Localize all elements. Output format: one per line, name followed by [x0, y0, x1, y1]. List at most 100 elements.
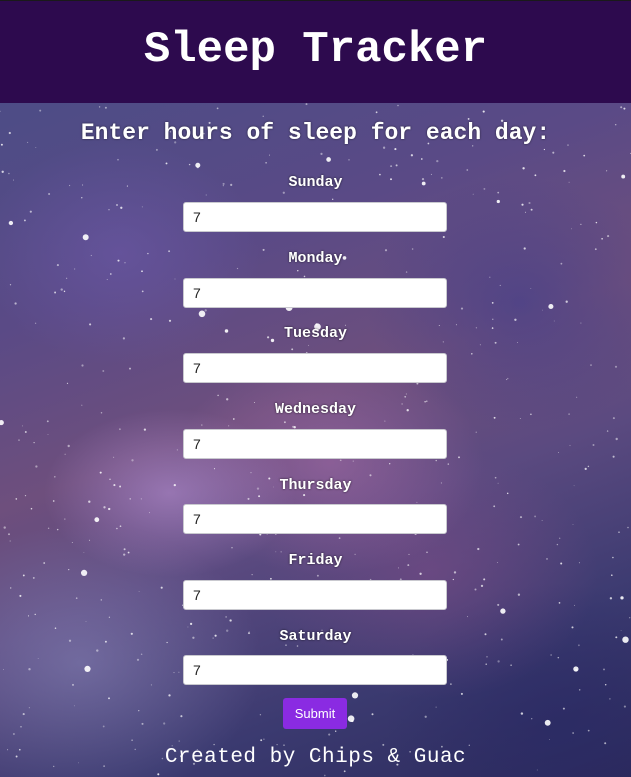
star: [510, 664, 512, 666]
star: [204, 309, 207, 312]
star: [213, 468, 216, 470]
star: [88, 500, 91, 503]
star: [236, 267, 239, 270]
day-label-friday: Friday: [288, 552, 343, 569]
star: [580, 223, 582, 226]
star: [517, 543, 520, 546]
star: [116, 527, 118, 530]
star: [615, 437, 618, 441]
star: [563, 169, 566, 173]
star: [116, 204, 118, 206]
star: [198, 310, 206, 318]
star: [0, 420, 4, 426]
star: [283, 421, 286, 424]
star: [338, 537, 341, 539]
star: [141, 206, 143, 208]
star: [493, 505, 496, 508]
star: [176, 449, 179, 451]
star: [165, 162, 168, 165]
star: [453, 571, 457, 574]
star: [74, 268, 76, 270]
star: [483, 578, 486, 581]
star: [570, 228, 572, 230]
star: [140, 498, 142, 500]
day-label-thursday: Thursday: [279, 477, 352, 494]
star: [587, 729, 590, 732]
star: [113, 456, 115, 458]
star: [604, 742, 607, 745]
star: [178, 740, 180, 742]
star: [96, 649, 99, 652]
star: [85, 621, 87, 623]
star: [576, 396, 578, 398]
star: [35, 465, 38, 468]
star: [514, 318, 517, 321]
star: [606, 430, 609, 432]
star: [489, 276, 491, 278]
star: [81, 364, 84, 367]
star: [384, 420, 386, 422]
hours-input-wednesday[interactable]: [183, 429, 447, 459]
star: [369, 474, 372, 477]
hours-input-tuesday[interactable]: [183, 353, 447, 383]
star: [541, 520, 543, 522]
star: [297, 270, 299, 272]
hours-input-saturday[interactable]: [183, 655, 447, 685]
star: [0, 110, 1, 112]
star: [506, 379, 508, 381]
star: [424, 715, 427, 718]
hours-input-monday[interactable]: [183, 278, 447, 308]
star: [573, 604, 575, 606]
hours-input-sunday[interactable]: [183, 202, 447, 232]
star: [141, 722, 144, 725]
star: [33, 441, 35, 444]
star: [405, 393, 407, 395]
star: [80, 569, 88, 577]
star: [29, 210, 32, 213]
star: [436, 159, 439, 163]
star: [500, 608, 506, 614]
star: [435, 459, 437, 462]
star: [578, 689, 581, 691]
submit-button[interactable]: Submit: [283, 698, 347, 729]
star: [2, 668, 4, 670]
star: [506, 377, 509, 380]
star: [482, 110, 485, 113]
star: [94, 517, 100, 523]
star: [23, 219, 26, 222]
star: [178, 671, 180, 673]
star: [46, 420, 49, 423]
star: [583, 154, 586, 157]
star: [67, 444, 70, 448]
star: [225, 616, 227, 618]
star: [517, 593, 521, 596]
star: [108, 209, 110, 211]
star: [173, 672, 175, 674]
hours-input-thursday[interactable]: [183, 504, 447, 534]
star: [592, 444, 595, 446]
star: [543, 148, 546, 151]
star: [22, 713, 25, 716]
star: [603, 668, 605, 671]
star: [524, 211, 527, 213]
star: [30, 507, 33, 510]
star: [375, 111, 378, 114]
star: [485, 663, 487, 665]
star: [102, 370, 105, 372]
star: [550, 654, 552, 656]
star: [174, 278, 176, 280]
star: [390, 165, 393, 168]
star: [138, 710, 140, 712]
star: [460, 307, 464, 310]
star: [308, 344, 310, 346]
star: [71, 541, 73, 543]
star: [73, 705, 75, 707]
star: [332, 198, 334, 200]
hours-input-friday[interactable]: [183, 580, 447, 610]
star: [63, 290, 66, 293]
star: [614, 365, 618, 368]
star: [141, 290, 144, 293]
star: [143, 428, 147, 431]
star: [47, 434, 49, 436]
star: [262, 115, 264, 117]
